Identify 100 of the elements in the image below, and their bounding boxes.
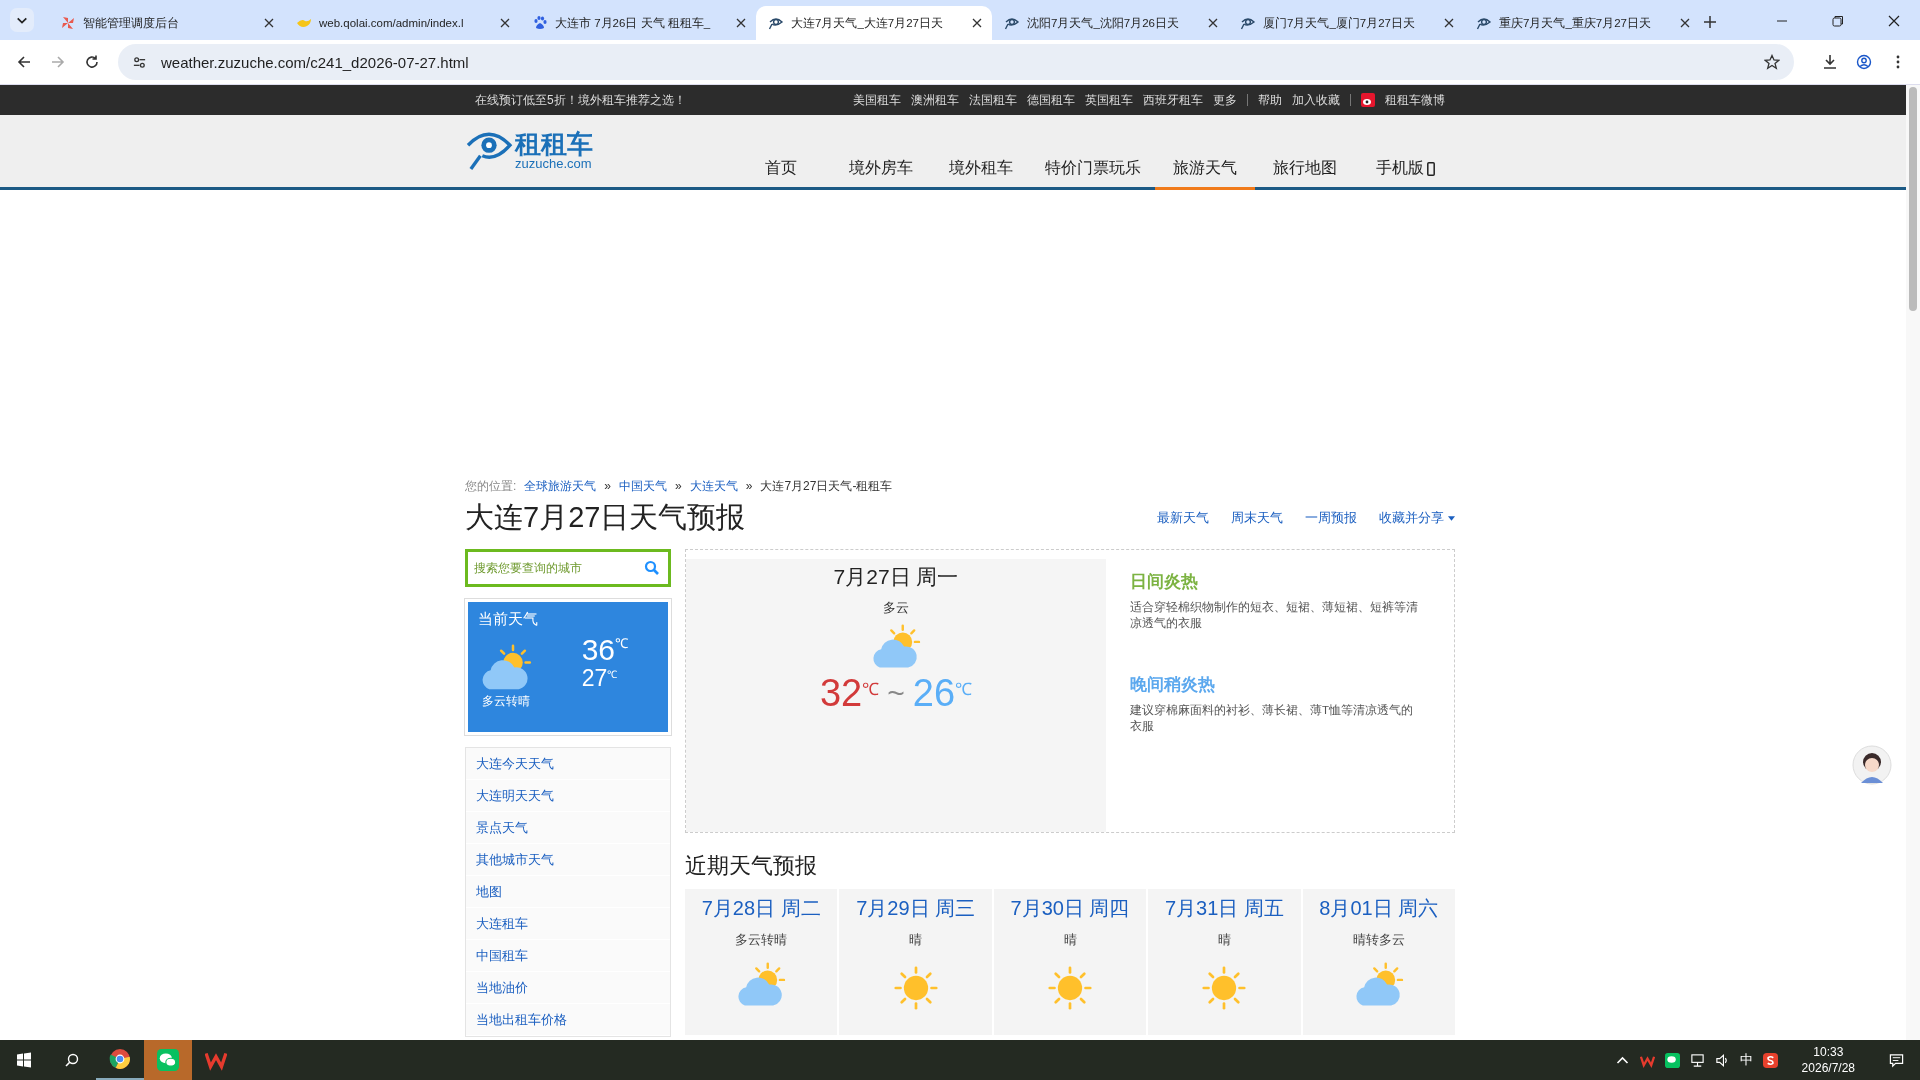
reload-icon[interactable] xyxy=(84,54,100,70)
browser-tab[interactable]: 厦门7月天气_厦门7月27日天 xyxy=(1228,6,1464,40)
address-bar[interactable]: weather.zuzuche.com/c241_d2026-07-27.html xyxy=(118,44,1794,80)
tip-title: 日间炎热 xyxy=(1130,571,1199,593)
profile-icon[interactable] xyxy=(1856,54,1872,70)
clock[interactable]: 10:33 2026/7/28 xyxy=(1801,1043,1855,1077)
tab-title: 重庆7月天气_重庆7月27日天 xyxy=(1499,15,1652,31)
today-date: 7月27日 周一 xyxy=(833,564,959,590)
title-link[interactable]: 周末天气 xyxy=(1231,509,1283,527)
top-link[interactable]: 西班牙租车 xyxy=(1143,91,1203,109)
top-link[interactable]: 法国租车 xyxy=(969,91,1017,109)
forecast-date: 7月29日 周三 xyxy=(856,896,976,921)
caret-icon xyxy=(1448,515,1455,521)
tab-search-icon[interactable] xyxy=(10,8,34,32)
nav-item[interactable]: 手机版 xyxy=(1355,158,1455,190)
browser-tab[interactable]: 沈阳7月天气_沈阳7月26日天 xyxy=(992,6,1228,40)
sidebar-link[interactable]: 大连租车 xyxy=(466,908,670,940)
logo-name: 租租车 xyxy=(515,130,593,157)
tip-title: 晚间稍炎热 xyxy=(1130,674,1216,697)
search-icon[interactable] xyxy=(64,1052,80,1068)
sidebar-link[interactable]: 地图 xyxy=(466,876,670,908)
page-title: 大连7月27日天气预报 xyxy=(465,500,746,535)
close-icon[interactable] xyxy=(1888,15,1900,27)
forecast-date: 7月30日 周四 xyxy=(1010,896,1130,921)
avatar-icon[interactable] xyxy=(1852,745,1892,785)
network-icon[interactable] xyxy=(1689,1052,1705,1068)
top-link[interactable]: 英国租车 xyxy=(1085,91,1133,109)
title-link[interactable]: 收藏并分享 xyxy=(1379,509,1455,527)
breadcrumb-separator: » xyxy=(604,479,612,493)
sidebar-link[interactable]: 当地出租车价格 xyxy=(466,1004,670,1036)
top-link[interactable]: 帮助 xyxy=(1258,91,1282,109)
bookmark-star-icon[interactable] xyxy=(1764,54,1780,70)
sidebar-link[interactable]: 大连明天天气 xyxy=(466,780,670,812)
close-icon[interactable] xyxy=(736,18,746,28)
browser-tab[interactable]: web.qolai.com/admin/index.l xyxy=(284,6,520,40)
close-icon[interactable] xyxy=(972,18,982,28)
forecast-date: 7月31日 周五 xyxy=(1164,896,1284,921)
low-temperature: 27$^{℃}$ xyxy=(581,666,619,692)
input-method-indicator[interactable]: 中 xyxy=(1739,1051,1753,1069)
close-icon[interactable] xyxy=(1444,18,1454,28)
sidebar-link[interactable]: 其他城市天气 xyxy=(466,844,670,876)
sidebar-link[interactable]: 景点天气 xyxy=(466,812,670,844)
weather-condition: 晴转多云 xyxy=(1352,932,1405,949)
nav-item[interactable]: 境外房车 xyxy=(831,158,931,190)
close-icon[interactable] xyxy=(1680,18,1690,28)
breadcrumb-separator: » xyxy=(675,479,682,493)
weibo-icon xyxy=(1361,93,1375,107)
search-field[interactable]: 搜索您要查询的城市 xyxy=(465,549,671,587)
section-title: 近期天气预报 xyxy=(685,852,818,880)
restore-icon[interactable] xyxy=(1832,15,1844,27)
notification-icon[interactable] xyxy=(1889,1052,1904,1068)
weather-condition: 多云转晴 xyxy=(482,693,530,711)
close-icon[interactable] xyxy=(264,18,274,28)
chrome-icon[interactable] xyxy=(109,1048,131,1070)
breadcrumb-current: 大连7月27日天气-租租车 xyxy=(760,477,893,495)
chat-bubbles-icon[interactable] xyxy=(1664,1052,1680,1068)
top-link[interactable]: 澳洲租车 xyxy=(911,91,959,109)
title-link[interactable]: 一周预报 xyxy=(1305,509,1357,527)
sidebar-link[interactable]: 当地油价 xyxy=(466,972,670,1004)
breadcrumb-link[interactable]: 全球旅游天气 xyxy=(524,477,597,495)
sidebar-link[interactable]: 中国租车 xyxy=(466,940,670,972)
tab-title: web.qolai.com/admin/index.l xyxy=(319,17,465,29)
nav-item[interactable]: 首页 xyxy=(731,158,831,190)
nav-item[interactable]: 特价门票玩乐 xyxy=(1031,158,1155,190)
tab-title: 沈阳7月天气_沈阳7月26日天 xyxy=(1027,15,1180,31)
sidebar-link[interactable]: 大连今天天气 xyxy=(466,748,670,780)
weather-condition: 多云 xyxy=(883,599,909,617)
nav-item[interactable]: 境外租车 xyxy=(931,158,1031,190)
top-link[interactable]: 加入收藏 xyxy=(1292,91,1340,109)
s-logo-icon[interactable] xyxy=(1762,1052,1778,1068)
nav-item[interactable]: 旅游天气 xyxy=(1155,158,1255,190)
browser-tab[interactable]: 大连7月天气_大连7月27日天 xyxy=(756,6,992,40)
site-logo[interactable]: 租租车 zuzuche.com xyxy=(465,129,593,171)
browser-tab[interactable]: 智能管理调度后台 xyxy=(48,6,284,40)
download-icon[interactable] xyxy=(1822,54,1838,70)
tip-text: 适合穿轻棉织物制作的短衣、短裙、薄短裙、短裤等清凉透气的衣服 xyxy=(1130,600,1419,632)
high-temperature: 32$^{℃}$ xyxy=(819,671,880,715)
start-icon[interactable] xyxy=(16,1052,32,1068)
browser-tab[interactable]: 大连市 7月26日 天气 租租车_ xyxy=(520,6,756,40)
nav-item[interactable]: 旅行地图 xyxy=(1255,158,1355,190)
top-link[interactable]: 美国租车 xyxy=(853,91,901,109)
new-tab-icon[interactable] xyxy=(1704,16,1716,28)
scrollbar[interactable] xyxy=(1906,85,1920,1040)
close-icon[interactable] xyxy=(500,18,510,28)
browser-tab[interactable]: 重庆7月天气_重庆7月27日天 xyxy=(1464,6,1700,40)
breadcrumb-separator: » xyxy=(745,479,753,493)
top-link[interactable]: 更多 xyxy=(1213,91,1237,109)
title-link[interactable]: 最新天气 xyxy=(1157,509,1209,527)
breadcrumb-link[interactable]: 中国天气 xyxy=(619,477,668,495)
breadcrumb-link[interactable]: 大连天气 xyxy=(689,477,738,495)
weibo-link[interactable]: 租租车微博 xyxy=(1385,91,1445,109)
close-icon[interactable] xyxy=(1208,18,1218,28)
speaker-icon[interactable] xyxy=(1714,1052,1730,1068)
top-link[interactable]: 德国租车 xyxy=(1027,91,1075,109)
url-text: weather.zuzuche.com/c241_d2026-07-27.html xyxy=(161,53,470,71)
site-info-icon[interactable] xyxy=(132,54,147,70)
back-icon[interactable] xyxy=(16,54,32,70)
tip-text: 建议穿棉麻面料的衬衫、薄长裙、薄T恤等清凉透气的衣服 xyxy=(1130,703,1415,735)
current-weather-heading: 当前天气 xyxy=(478,610,539,629)
weather-condition: 晴 xyxy=(1063,932,1077,949)
